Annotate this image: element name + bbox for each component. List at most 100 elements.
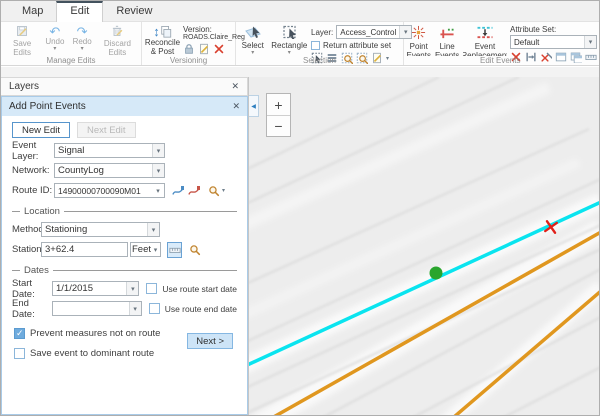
application-window: Map Edit Review Save Edits ↶ Undo ▾ ↷ Re… bbox=[0, 0, 600, 416]
select-dropdown-caret-icon[interactable]: ▾ bbox=[251, 51, 254, 55]
layer-dropdown-value: Access_Control bbox=[337, 28, 399, 37]
rectangle-dropdown-caret-icon[interactable]: ▾ bbox=[288, 51, 291, 55]
delete-version-icon[interactable] bbox=[213, 43, 225, 55]
end-date-dropdown[interactable]: ▾ bbox=[52, 301, 142, 316]
next-button[interactable]: Next > bbox=[187, 333, 233, 349]
group-label-edit-events: Edit Events bbox=[404, 56, 599, 65]
route-zoom-icon[interactable] bbox=[208, 185, 220, 197]
reconcile-post-button[interactable]: ↕ Reconcile & Post bbox=[144, 23, 181, 56]
station-label: Station: bbox=[12, 244, 41, 255]
attribute-set-dropdown[interactable]: Default ▾ bbox=[510, 35, 597, 49]
layer-label: Layer: bbox=[311, 28, 333, 37]
tab-edit[interactable]: Edit bbox=[56, 1, 103, 22]
attribute-set-label: Attribute Set: bbox=[510, 25, 597, 34]
left-panel: Layers ✕ Add Point Events ✕ New Edit Nex… bbox=[1, 77, 249, 415]
undo-dropdown-caret-icon[interactable]: ▾ bbox=[53, 47, 56, 51]
method-row: Method: Stationing ▾ bbox=[12, 222, 237, 237]
redo-button[interactable]: ↷ Redo ▾ bbox=[69, 23, 95, 56]
select-icon bbox=[245, 25, 261, 42]
route-zoom-caret-icon[interactable]: ▾ bbox=[222, 187, 225, 194]
units-arrow-icon[interactable]: ▾ bbox=[151, 243, 160, 256]
event-layer-arrow-icon[interactable]: ▾ bbox=[152, 144, 164, 157]
group-edit-events: Point Events Line Events Event Replaceme… bbox=[404, 22, 599, 65]
new-edit-button[interactable]: New Edit bbox=[12, 122, 70, 138]
line-events-icon bbox=[439, 25, 455, 43]
network-value: CountyLog bbox=[55, 165, 152, 176]
start-date-dropdown[interactable]: 1/1/2015 ▾ bbox=[52, 281, 139, 296]
prevent-measures-checkbox[interactable] bbox=[14, 328, 25, 339]
panel-collapse-button[interactable]: ◀ bbox=[249, 95, 259, 117]
point-events-button[interactable]: Point Events bbox=[406, 23, 431, 56]
start-date-arrow-icon[interactable]: ▾ bbox=[126, 282, 138, 295]
start-date-row: Start Date: 1/1/2015 ▾ Use route start d… bbox=[12, 281, 237, 296]
location-section-header: Location bbox=[12, 206, 237, 217]
event-layer-dropdown[interactable]: Signal ▾ bbox=[54, 143, 165, 158]
dates-section-header: Dates bbox=[12, 265, 237, 276]
next-edit-button[interactable]: Next Edit bbox=[77, 122, 136, 138]
versioning-detail-column: Version: ROADS.Claire_Reg bbox=[183, 23, 233, 55]
use-route-end-label: Use route end date bbox=[165, 304, 237, 314]
rectangle-icon bbox=[282, 25, 297, 42]
discard-edits-icon bbox=[111, 25, 123, 40]
return-attribute-set-checkbox[interactable] bbox=[311, 41, 320, 50]
zoom-out-button[interactable]: − bbox=[267, 115, 290, 136]
event-layer-row: Event Layer: Signal ▾ bbox=[12, 143, 237, 158]
version-value: ROADS.Claire_Reg bbox=[183, 34, 233, 41]
new-version-icon[interactable] bbox=[198, 43, 210, 55]
layers-close-icon[interactable]: ✕ bbox=[231, 81, 239, 92]
group-versioning: ↕ Reconcile & Post Version: ROADS.Claire… bbox=[142, 22, 236, 65]
pane-close-icon[interactable]: ✕ bbox=[232, 101, 240, 112]
add-point-events-pane: Add Point Events ✕ New Edit Next Edit Ev… bbox=[1, 96, 248, 415]
select-button[interactable]: Select ▾ bbox=[238, 23, 268, 56]
save-dominant-checkbox[interactable] bbox=[14, 348, 25, 359]
network-dropdown[interactable]: CountyLog ▾ bbox=[54, 163, 165, 178]
layers-pane-title: Layers bbox=[9, 81, 39, 92]
collapse-arrow-icon: ◀ bbox=[251, 103, 256, 110]
route-id-arrow-icon[interactable]: ▾ bbox=[152, 184, 164, 197]
tab-map[interactable]: Map bbox=[9, 1, 56, 22]
network-arrow-icon[interactable]: ▾ bbox=[152, 164, 164, 177]
line-events-button[interactable]: Line Events bbox=[434, 23, 459, 56]
version-label: Version: bbox=[183, 25, 233, 34]
save-dominant-label: Save event to dominant route bbox=[30, 348, 154, 359]
version-lock-icon[interactable] bbox=[183, 43, 195, 55]
route-id-label: Route ID: bbox=[12, 185, 54, 196]
method-dropdown[interactable]: Stationing ▾ bbox=[41, 222, 160, 237]
pick-station-tool-button[interactable] bbox=[167, 242, 182, 258]
use-route-start-checkbox[interactable] bbox=[146, 283, 157, 294]
map-view[interactable]: ◀ + − bbox=[249, 77, 599, 415]
route-id-dropdown[interactable]: 14900000700090M01 ▾ bbox=[54, 183, 165, 198]
station-zoom-icon[interactable] bbox=[189, 244, 201, 256]
method-arrow-icon[interactable]: ▾ bbox=[147, 223, 159, 236]
edit-buttons-row: New Edit Next Edit bbox=[12, 122, 237, 138]
zoom-in-button[interactable]: + bbox=[267, 94, 290, 115]
event-replacement-button[interactable]: Event Replacement bbox=[463, 23, 507, 56]
undo-button[interactable]: ↶ Undo ▾ bbox=[42, 23, 68, 56]
group-label-selection: Selection bbox=[236, 56, 403, 65]
ribbon-tab-bar: Map Edit Review bbox=[1, 1, 599, 22]
ribbon-content-gap bbox=[1, 67, 599, 77]
tab-review[interactable]: Review bbox=[103, 1, 165, 22]
return-attribute-set-label: Return attribute set bbox=[323, 41, 391, 50]
layer-dropdown[interactable]: Access_Control ▾ bbox=[336, 25, 412, 39]
group-label-versioning: Versioning bbox=[142, 56, 235, 65]
event-replacement-icon bbox=[476, 25, 494, 43]
units-dropdown[interactable]: Feet ▾ bbox=[130, 242, 161, 257]
rectangle-button[interactable]: Rectangle ▾ bbox=[271, 23, 308, 56]
use-route-end-checkbox[interactable] bbox=[149, 303, 160, 314]
station-row: Station: Feet ▾ bbox=[12, 242, 237, 257]
save-edits-icon bbox=[16, 25, 28, 40]
reconcile-post-icon: ↕ bbox=[153, 25, 172, 39]
map-canvas[interactable] bbox=[249, 77, 599, 415]
end-date-arrow-icon[interactable]: ▾ bbox=[129, 302, 141, 315]
station-input[interactable] bbox=[41, 242, 128, 257]
map-texture-lines bbox=[249, 77, 599, 415]
ribbon: Save Edits ↶ Undo ▾ ↷ Redo ▾ Discard Edi… bbox=[1, 22, 599, 66]
discard-edits-button[interactable]: Discard Edits bbox=[96, 23, 138, 56]
attribute-set-arrow-icon[interactable]: ▾ bbox=[584, 36, 596, 48]
save-edits-button[interactable]: Save Edits bbox=[4, 23, 41, 56]
clear-route-icon[interactable] bbox=[188, 185, 200, 197]
redo-dropdown-caret-icon[interactable]: ▾ bbox=[81, 47, 84, 51]
select-route-on-map-icon[interactable] bbox=[172, 185, 184, 197]
point-event-marker[interactable] bbox=[430, 267, 443, 280]
